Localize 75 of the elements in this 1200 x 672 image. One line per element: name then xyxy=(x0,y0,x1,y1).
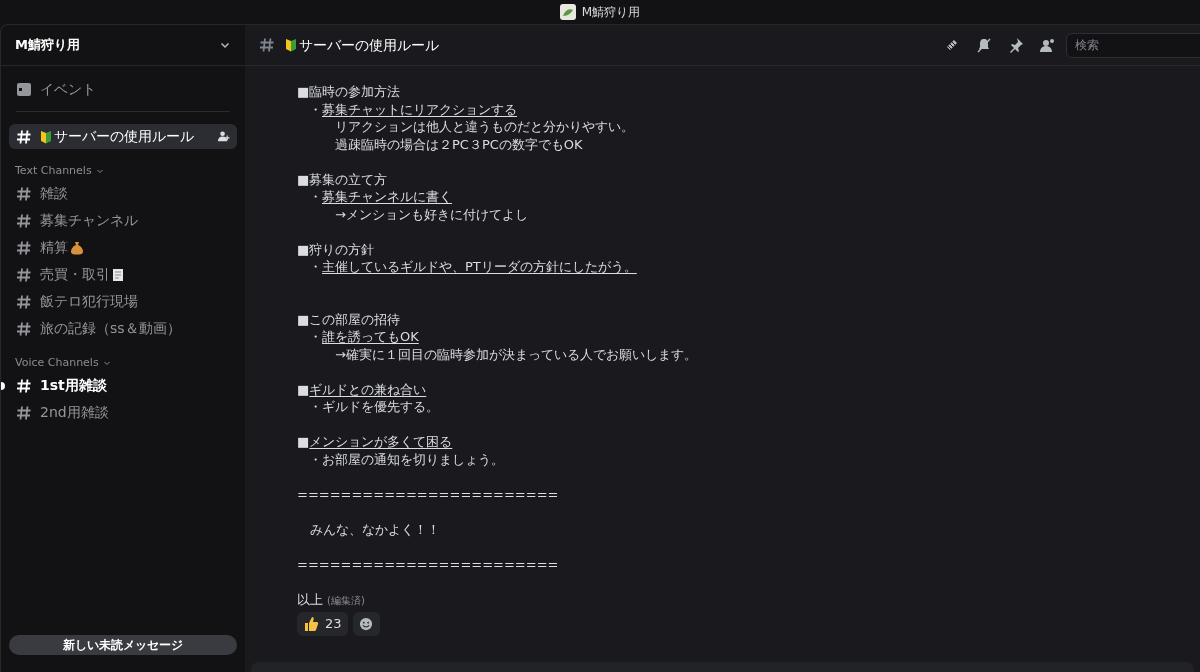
channel-item[interactable]: 募集チャンネル xyxy=(9,208,237,233)
bullet-mark: ・ xyxy=(309,328,322,346)
section-heading: 臨時の参加方法 xyxy=(309,83,401,101)
channel-item[interactable]: 2nd用雑談 xyxy=(9,400,237,425)
smiley-icon xyxy=(359,617,374,631)
hash-icon xyxy=(259,37,275,53)
section-heading: 募集の立て方 xyxy=(309,170,388,188)
rule-item: ギルドを優先する。 xyxy=(322,398,439,416)
edited-label: (編集済) xyxy=(327,593,365,608)
hash-icon xyxy=(16,128,32,145)
category-label[interactable]: Text Channels xyxy=(15,162,92,180)
channel-item[interactable]: 雑談 xyxy=(9,181,237,206)
rule-item: 誰を誘ってもOK xyxy=(322,328,419,346)
money-bag-icon xyxy=(70,240,84,255)
channel-title: サーバーの使用ルール xyxy=(299,35,440,55)
muted-bell-icon[interactable] xyxy=(976,37,992,53)
rule-note: →メンションも好きに付けてよし xyxy=(335,206,528,222)
beginner-mark-icon xyxy=(40,129,52,144)
square-mark: ■ xyxy=(297,83,310,101)
hash-icon xyxy=(16,377,32,394)
beginner-mark-icon xyxy=(285,38,297,52)
thumbs-up-icon xyxy=(303,616,319,632)
channel-item[interactable]: 売買・取引 xyxy=(9,262,237,287)
channel-item[interactable]: サーバーの使用ルール xyxy=(9,124,237,149)
message-text: ======================== xyxy=(297,486,559,502)
rule-item: 主催しているギルドや、PTリーダの方針にしたがう。 xyxy=(322,258,637,276)
add-member-icon xyxy=(217,130,230,143)
window-title: M鯖狩り用 xyxy=(581,4,641,21)
hash-icon xyxy=(16,239,32,256)
chevron-down-icon xyxy=(95,167,104,175)
channel-item[interactable]: 1st用雑談 xyxy=(9,373,237,398)
search-field[interactable]: 検索 xyxy=(1066,32,1200,58)
rule-item: お部屋の通知を切りましょう。 xyxy=(322,450,504,468)
hash-icon xyxy=(16,266,32,283)
square-mark: ■ xyxy=(297,240,310,258)
rule-note: 過疎臨時の場合は２PC３PCの数字でもOK xyxy=(335,136,583,152)
hash-icon xyxy=(16,293,32,310)
message-text: みんな、なかよく！！ xyxy=(309,521,440,537)
bullet-mark: ・ xyxy=(309,398,322,416)
channel-item[interactable]: 精算 xyxy=(9,235,237,260)
bullet-mark: ・ xyxy=(309,450,322,468)
hash-icon xyxy=(16,185,32,202)
square-mark: ■ xyxy=(297,380,310,398)
bullet-mark: ・ xyxy=(309,258,322,276)
rule-note: リアクションは他人と違うものだと分かりやすい。 xyxy=(335,119,634,134)
pin-icon[interactable] xyxy=(1008,37,1024,53)
events-item[interactable]: イベント xyxy=(9,78,237,100)
channel-item[interactable]: 旅の記録（ss＆動画） xyxy=(9,316,237,341)
calendar-icon xyxy=(16,81,32,97)
rule-note: →確実に１回目の臨時参加が決まっている人でお願いします。 xyxy=(335,346,697,362)
new-unread-messages-button[interactable]: 新しい未読メッセージ xyxy=(9,635,237,655)
chevron-down-icon xyxy=(102,359,111,367)
bullet-mark: ・ xyxy=(309,100,322,118)
channel-item[interactable]: 飯テロ犯行現場 xyxy=(9,289,237,314)
hash-icon xyxy=(16,404,32,421)
message-text: ======================== xyxy=(297,556,559,572)
receipt-icon xyxy=(112,267,124,282)
members-icon[interactable] xyxy=(1040,37,1056,53)
rule-item: 募集チャットにリアクションする xyxy=(322,100,517,118)
square-mark: ■ xyxy=(297,433,310,451)
app-icon xyxy=(559,4,576,20)
hash-icon xyxy=(16,212,32,229)
square-mark: ■ xyxy=(297,310,310,328)
section-heading: 狩りの方針 xyxy=(309,240,375,258)
section-heading: メンションが多くて困る xyxy=(309,433,453,451)
hash-icon xyxy=(16,320,32,337)
message-text: 以上 xyxy=(297,590,323,608)
section-heading: この部屋の招待 xyxy=(309,310,401,328)
reaction-button[interactable]: 23 xyxy=(297,612,348,636)
bullet-mark: ・ xyxy=(309,188,322,206)
add-reaction-button[interactable] xyxy=(352,612,380,636)
square-mark: ■ xyxy=(297,170,310,188)
section-heading: ギルドとの兼ね合い xyxy=(309,380,427,398)
rule-item: 募集チャンネルに書く xyxy=(322,188,452,206)
category-label[interactable]: Voice Channels xyxy=(15,354,99,372)
